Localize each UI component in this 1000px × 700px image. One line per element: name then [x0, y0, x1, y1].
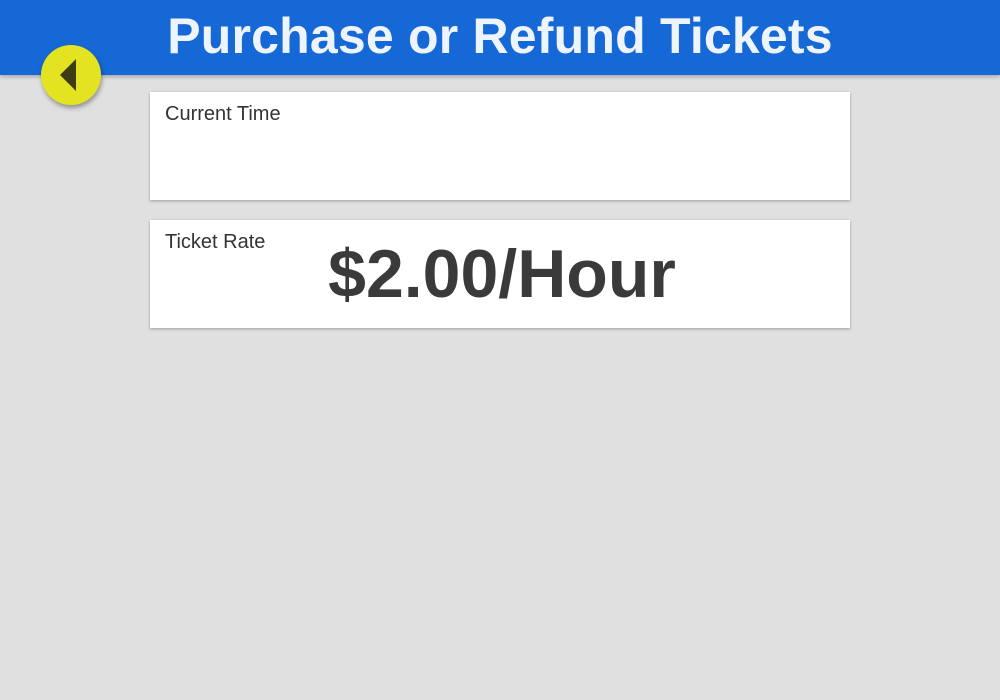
ticket-rate-value: $2.00/Hour — [328, 236, 676, 312]
page-title: Purchase or Refund Tickets — [167, 7, 833, 64]
back-button[interactable] — [41, 45, 101, 105]
page-header: Purchase or Refund Tickets — [0, 0, 1000, 75]
triangle-left-icon — [60, 59, 76, 91]
current-time-label: Current Time — [165, 103, 281, 125]
current-time-card: Current Time — [150, 92, 850, 200]
ticket-rate-card: Ticket Rate $2.00/Hour — [150, 220, 850, 328]
